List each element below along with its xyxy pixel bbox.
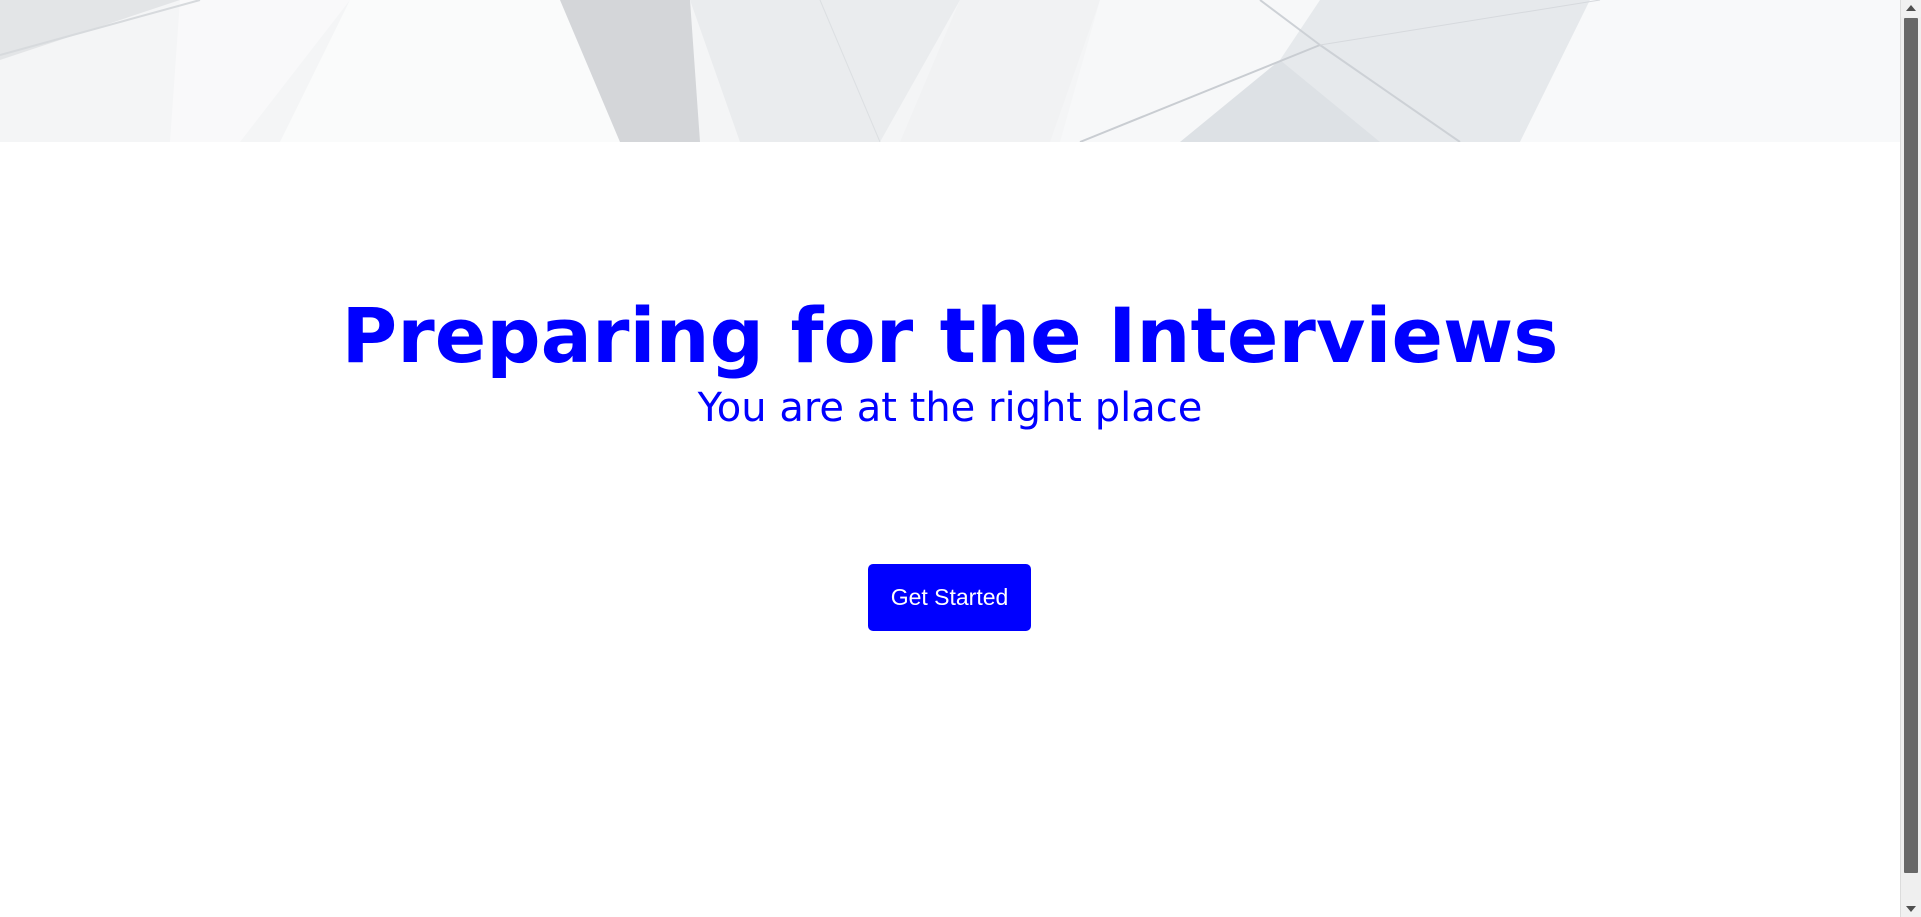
vertical-scrollbar[interactable]: [1900, 0, 1921, 917]
scroll-up-button[interactable]: [1901, 0, 1921, 17]
triangle-down-icon: [1906, 906, 1916, 912]
triangle-up-icon: [1906, 5, 1916, 11]
hero-title: Preparing for the Interviews: [341, 291, 1559, 380]
scroll-thumb[interactable]: [1904, 18, 1918, 873]
scroll-down-button[interactable]: [1901, 900, 1921, 917]
get-started-button[interactable]: Get Started: [868, 564, 1031, 631]
hero-subtitle: You are at the right place: [697, 385, 1203, 431]
page: Preparing for the Interviews You are at …: [0, 0, 1921, 917]
hero-section: Preparing for the Interviews You are at …: [0, 0, 1900, 917]
